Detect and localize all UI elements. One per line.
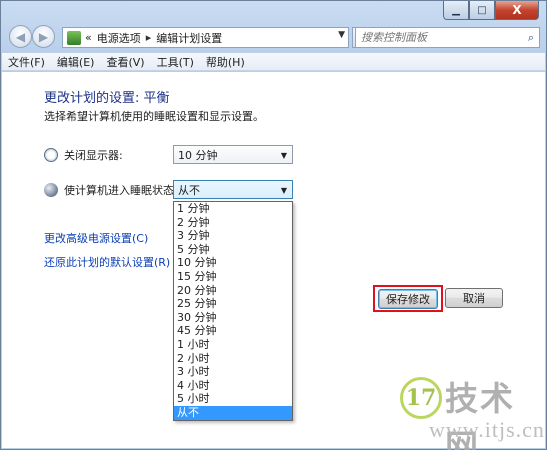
chevron-down-icon: ▼	[280, 151, 287, 160]
restore-defaults-link[interactable]: 还原此计划的默认设置(R)	[44, 254, 170, 270]
sleep-option[interactable]: 30 分钟	[174, 311, 292, 325]
caption-buttons: ▁ □ X	[443, 1, 539, 20]
sleep-moon-icon	[44, 183, 58, 197]
sleep-option[interactable]: 10 分钟	[174, 256, 292, 270]
menu-help[interactable]: 帮助(H)	[206, 54, 245, 70]
sleep-option-selected[interactable]: 从不	[174, 405, 292, 420]
display-off-value: 10 分钟	[178, 148, 218, 162]
sleep-option[interactable]: 1 分钟	[174, 202, 292, 216]
control-panel-window: ▁ □ X ◀ ▶ « 电源选项 ▸ 编辑计划设置 ▼ ⟳ ⌕ 文件(F) 编辑…	[0, 0, 547, 450]
breadcrumb-edit-plan[interactable]: 编辑计划设置	[156, 30, 222, 46]
sleep-option[interactable]: 1 小时	[174, 338, 292, 352]
display-off-label: 关闭显示器:	[64, 149, 123, 162]
sleep-option[interactable]: 5 分钟	[174, 243, 292, 257]
address-dropdown-icon[interactable]: ▼	[338, 30, 345, 40]
search-box[interactable]: ⌕	[355, 27, 540, 48]
sleep-setting: 使计算机进入睡眠状态:	[44, 182, 178, 198]
sleep-option[interactable]: 2 分钟	[174, 216, 292, 230]
sleep-option[interactable]: 25 分钟	[174, 297, 292, 311]
sleep-option[interactable]: 15 分钟	[174, 270, 292, 284]
advanced-power-settings-link[interactable]: 更改高级电源设置(C)	[44, 230, 148, 246]
sleep-option[interactable]: 5 小时	[174, 392, 292, 406]
control-panel-icon	[67, 30, 81, 45]
maximize-button[interactable]: □	[469, 1, 495, 20]
content-pane: 更改计划的设置: 平衡 选择希望计算机使用的睡眠设置和显示设置。 关闭显示器: …	[2, 72, 545, 450]
sleep-label: 使计算机进入睡眠状态:	[64, 184, 178, 197]
sleep-option[interactable]: 4 小时	[174, 379, 292, 393]
menu-view[interactable]: 查看(V)	[106, 54, 144, 70]
sleep-option[interactable]: 45 分钟	[174, 324, 292, 338]
display-off-select[interactable]: 10 分钟 ▼	[173, 145, 293, 164]
breadcrumb-power-options[interactable]: 电源选项	[97, 30, 141, 46]
sleep-option[interactable]: 3 小时	[174, 365, 292, 379]
page-description: 选择希望计算机使用的睡眠设置和显示设置。	[44, 110, 264, 123]
watermark-url: www.itjs.cn	[429, 417, 545, 442]
menu-tools[interactable]: 工具(T)	[157, 54, 194, 70]
navigation-bar: ◀ ▶ « 电源选项 ▸ 编辑计划设置 ▼ ⟳ ⌕	[7, 23, 540, 51]
watermark-logo: 17	[400, 377, 442, 419]
sleep-value: 从不	[178, 183, 200, 197]
sleep-option[interactable]: 2 小时	[174, 352, 292, 366]
sleep-dropdown-list: 1 分钟 2 分钟 3 分钟 5 分钟 10 分钟 15 分钟 20 分钟 25…	[173, 201, 293, 421]
display-off-setting: 关闭显示器:	[44, 147, 123, 163]
save-button[interactable]: 保存修改	[378, 289, 438, 309]
menu-file[interactable]: 文件(F)	[8, 54, 45, 70]
display-timer-icon	[44, 148, 58, 162]
close-button[interactable]: X	[495, 1, 539, 20]
chevron-down-icon: ▼	[280, 186, 287, 195]
sleep-option[interactable]: 3 分钟	[174, 229, 292, 243]
minimize-button[interactable]: ▁	[443, 1, 469, 20]
menu-bar: 文件(F) 编辑(E) 查看(V) 工具(T) 帮助(H)	[2, 53, 545, 71]
page-title: 更改计划的设置: 平衡	[44, 91, 170, 106]
cancel-button[interactable]: 取消	[445, 288, 503, 308]
breadcrumb-separator-icon[interactable]: ▸	[146, 31, 152, 44]
sleep-option[interactable]: 20 分钟	[174, 284, 292, 298]
forward-button[interactable]: ▶	[32, 25, 55, 48]
search-input[interactable]	[361, 31, 511, 44]
sleep-select[interactable]: 从不 ▼	[173, 180, 293, 199]
save-button-highlight: 保存修改	[373, 285, 443, 312]
back-button[interactable]: ◀	[9, 25, 32, 48]
address-bar[interactable]: « 电源选项 ▸ 编辑计划设置 ▼	[62, 27, 349, 48]
address-overflow-chevron[interactable]: «	[85, 31, 92, 44]
menu-edit[interactable]: 编辑(E)	[57, 54, 95, 70]
search-icon[interactable]: ⌕	[528, 31, 534, 45]
